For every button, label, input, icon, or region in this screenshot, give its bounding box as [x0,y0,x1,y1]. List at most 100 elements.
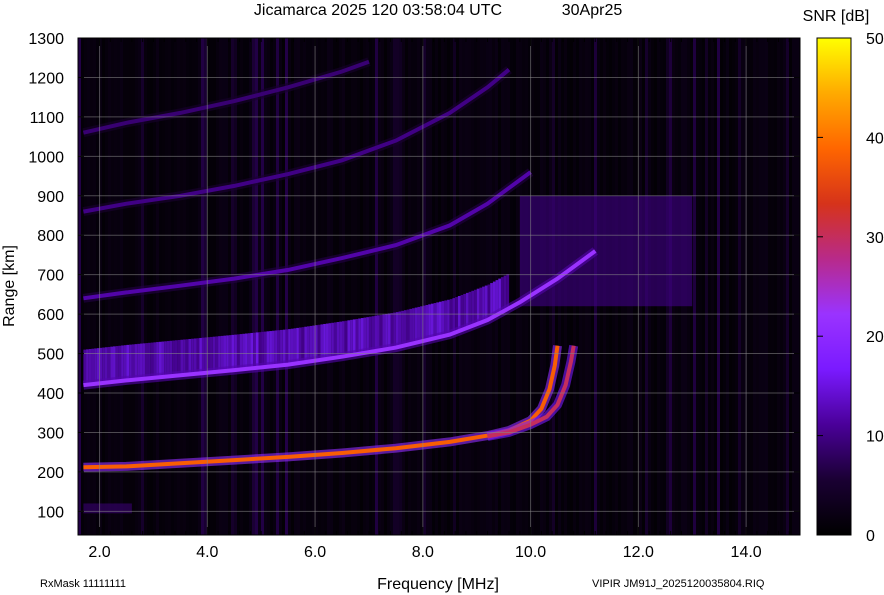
diffuse-echo [236,334,240,370]
noise-column [795,38,798,535]
diffuse-echo [86,349,89,385]
diffuse-echo [309,325,313,362]
noise-column [378,38,381,535]
diffuse-echo [374,315,378,352]
noise-column [723,38,726,535]
rxmask-label: RxMask 11111111 [40,578,126,590]
noise-column [474,38,477,535]
noise-column [510,38,513,535]
diffuse-echo [199,337,202,374]
diffuse-echo [148,342,151,379]
noise-column [327,38,330,535]
noise-column [708,38,711,535]
noise-column [363,38,366,535]
noise-column [711,38,714,535]
noise-column [402,38,405,535]
diffuse-echo [269,331,272,367]
diffuse-echo [250,332,254,369]
diffuse-echo [412,308,415,344]
noise-column [126,38,129,535]
diffuse-echo [441,301,445,337]
diffuse-echo [393,312,396,349]
diffuse-echo [153,342,157,378]
diffuse-echo [142,343,146,379]
diffuse-echo [331,322,334,359]
diffuse-echo [129,344,132,381]
diffuse-echo [102,347,105,384]
diffuse-echo [253,332,256,369]
noise-column [342,38,345,535]
diffuse-echo [258,332,262,368]
noise-column [759,38,762,535]
noise-column [780,38,783,535]
diffuse-echo [239,334,243,370]
diffuse-echo [350,319,353,356]
noise-column [729,38,732,535]
diffuse-echo [193,338,197,374]
noise-column [381,38,384,535]
noise-column [753,38,756,535]
diffuse-echo [425,304,429,341]
diffuse-echo [134,344,138,380]
noise-column [393,38,396,535]
y-tick-label: 1100 [30,110,65,127]
y-tick-labels: 100 200 300 400 500 600 700 800 900 1000 1100 1200 1… [28,31,64,521]
diffuse-echo [323,323,326,360]
noise-column [732,38,735,535]
diffuse-echo [266,331,270,367]
noise-column [768,38,771,535]
diffuse-echo [333,322,337,358]
y-tick-label: 700 [37,268,64,285]
diffuse-echo [261,331,264,368]
diffuse-echo [342,321,345,357]
noise-column [120,38,123,535]
diffuse-echo [215,336,219,372]
colorbar: SNR [dB] 0 10 20 30 40 50 [803,8,884,545]
noise-column [357,38,360,535]
ionogram-date: 30Apr25 [562,2,623,19]
noise-column [303,38,306,535]
diffuse-echo [339,321,343,358]
diffuse-echo [263,331,267,368]
y-tick-label: 100 [37,504,64,521]
noise-column [792,38,795,535]
x-tick-label: 14.0 [731,544,762,561]
diffuse-echo [110,346,114,383]
noise-column [747,38,750,535]
diffuse-echo [360,318,364,354]
noise-column [471,38,474,535]
diffuse-echo [247,333,251,369]
diffuse-echo [358,318,361,354]
noise-column [696,38,699,535]
noise-column [399,38,402,535]
colorbar-tick-label: 40 [866,130,884,147]
noise-column [411,38,414,535]
ionogram-title: Jicamarca 2025 120 03:58:04 UTC [254,2,502,19]
diffuse-echo [118,345,122,382]
noise-column [333,38,336,535]
noise-column [114,38,117,535]
noise-column [375,38,378,535]
x-tick-label: 12.0 [623,544,654,561]
noise-column [741,38,744,535]
diffuse-echo [169,340,173,377]
diffuse-echo [137,343,140,380]
diffuse-echo [210,336,213,373]
noise-column [423,38,426,535]
diffuse-echo [277,330,281,366]
diffuse-echo [126,344,130,381]
noise-column [693,38,696,535]
noise-column [351,38,354,535]
noise-column [720,38,723,535]
y-tick-label: 1300 [28,31,64,48]
colorbar-tick-label: 0 [866,528,875,545]
diffuse-echo [172,340,175,377]
noise-column [705,38,708,535]
noise-column [369,38,372,535]
noise-column [438,38,441,535]
noise-column [123,38,126,535]
noise-column [756,38,759,535]
diffuse-echo [228,335,232,371]
noise-column [726,38,729,535]
diffuse-echo [234,334,237,371]
